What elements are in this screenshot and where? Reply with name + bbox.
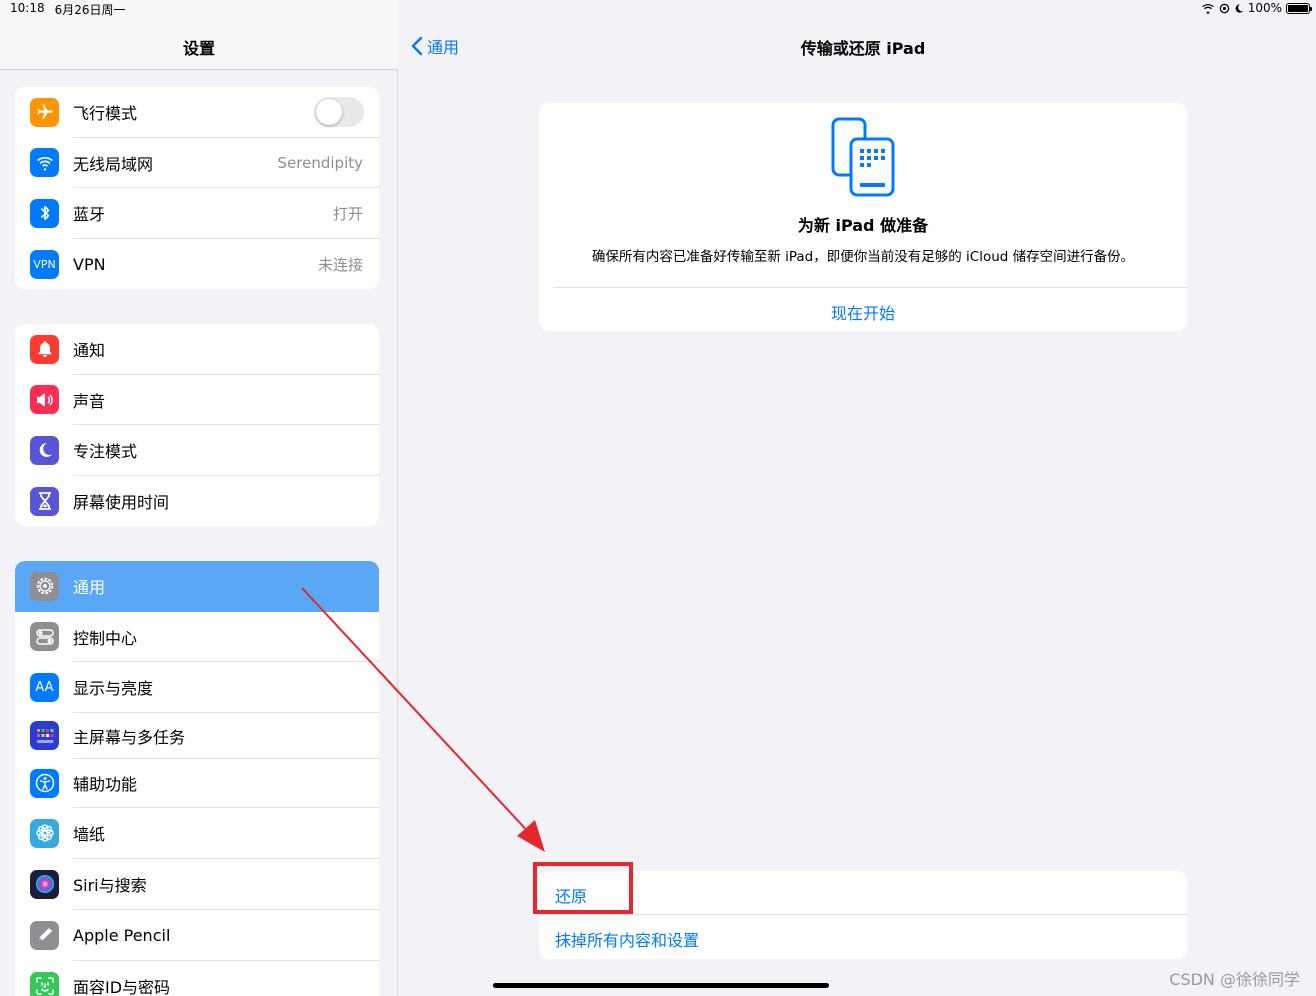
- vpn-status-value: 未连接: [317, 255, 363, 274]
- sidebar-item-label: 飞行模式: [73, 104, 138, 124]
- sidebar-item-apple-pencil[interactable]: Apple Pencil: [15, 910, 379, 961]
- sidebar-item-screen-time[interactable]: 屏幕使用时间: [15, 476, 379, 526]
- bell-icon: [30, 334, 59, 364]
- sidebar-item-label: 专注模式: [73, 442, 138, 462]
- sidebar: 设置 飞行模式 无线局域网 Serendipity 蓝牙 打开 VPN VPN …: [0, 0, 398, 996]
- sidebar-item-label: 控制中心: [73, 628, 138, 648]
- pencil-icon: [30, 920, 59, 950]
- bluetooth-status-value: 打开: [332, 204, 363, 223]
- sidebar-item-siri-search[interactable]: Siri与搜索: [15, 859, 379, 910]
- sidebar-item-label: 通用: [73, 578, 106, 598]
- reset-options-card: 还原 抹掉所有内容和设置: [539, 871, 1187, 959]
- status-bar: 10:18 6月26日周一 100%: [0, 0, 1316, 18]
- sidebar-group-connectivity: 飞行模式 无线局域网 Serendipity 蓝牙 打开 VPN VPN 未连接: [15, 87, 379, 289]
- home-indicator: [493, 983, 829, 988]
- sidebar-item-bluetooth[interactable]: 蓝牙 打开: [15, 188, 379, 239]
- sidebar-group-notifications: 通知 声音 专注模式 屏幕使用时间: [15, 324, 379, 526]
- sidebar-item-label: 显示与亮度: [73, 679, 154, 699]
- moon-status-icon: [1235, 3, 1243, 13]
- airplane-icon: [30, 97, 59, 127]
- text-size-icon: AA: [30, 672, 59, 702]
- erase-all-content-button[interactable]: 抹掉所有内容和设置: [555, 927, 699, 951]
- status-left: 10:18 6月26日周一: [10, 1, 126, 18]
- detail-pane: 通用 传输或还原 iPad 为新 iPad 做准备 确保所有内容已准备好传输至新…: [399, 0, 1316, 996]
- grid-icon: [30, 721, 59, 751]
- switches-icon: [30, 622, 59, 652]
- sidebar-item-label: VPN: [73, 254, 106, 274]
- orientation-lock-icon: [1219, 3, 1229, 13]
- sidebar-item-label: 屏幕使用时间: [73, 493, 170, 513]
- get-started-button[interactable]: 现在开始: [539, 300, 1187, 324]
- sidebar-item-label: 无线局域网: [73, 154, 154, 174]
- face-id-icon: [30, 971, 59, 996]
- sidebar-item-label: 面容ID与密码: [73, 978, 171, 996]
- sidebar-item-home-screen[interactable]: 主屏幕与多任务: [15, 713, 379, 759]
- sidebar-item-label: 主屏幕与多任务: [73, 727, 186, 747]
- sidebar-item-label: Apple Pencil: [73, 925, 171, 945]
- sidebar-item-accessibility[interactable]: 辅助功能: [15, 759, 379, 808]
- sidebar-item-airplane-mode[interactable]: 飞行模式: [15, 87, 379, 138]
- sidebar-title: 设置: [182, 39, 215, 58]
- divider: [539, 914, 1187, 915]
- prepare-title: 为新 iPad 做准备: [797, 216, 929, 235]
- vpn-icon: VPN: [30, 249, 59, 279]
- sidebar-item-sounds[interactable]: 声音: [15, 375, 379, 426]
- battery-icon: [1286, 2, 1312, 14]
- sidebar-item-wallpaper[interactable]: 墙纸: [15, 808, 379, 859]
- page-title: 传输或还原 iPad: [800, 39, 926, 58]
- sidebar-item-control-center[interactable]: 控制中心: [15, 612, 379, 663]
- prepare-description: 确保所有内容已准备好传输至新 iPad，即便你当前没有足够的 iCloud 储存…: [591, 249, 1135, 265]
- sidebar-item-label: Siri与搜索: [73, 876, 147, 896]
- toggle-knob: [316, 99, 342, 126]
- wifi-status-icon: [1201, 3, 1214, 14]
- battery-fill: [1288, 4, 1308, 12]
- bluetooth-icon: [30, 198, 59, 228]
- status-date: 6月26日周一: [54, 3, 126, 17]
- status-time: 10:18: [10, 1, 45, 15]
- sidebar-item-label: 通知: [73, 341, 106, 361]
- sidebar-item-label: 辅助功能: [73, 775, 138, 795]
- prepare-new-ipad-card: 为新 iPad 做准备 确保所有内容已准备好传输至新 iPad，即便你当前没有足…: [539, 103, 1187, 331]
- sidebar-item-label: 墙纸: [73, 825, 106, 845]
- settings-app: 设置 飞行模式 无线局域网 Serendipity 蓝牙 打开 VPN VPN …: [0, 0, 1316, 996]
- sidebar-item-focus[interactable]: 专注模式: [15, 425, 379, 476]
- hourglass-icon: [30, 486, 59, 516]
- moon-icon: [30, 435, 59, 465]
- sidebar-item-vpn[interactable]: VPN VPN 未连接: [15, 239, 379, 289]
- gear-icon: [30, 571, 59, 601]
- sidebar-item-notifications[interactable]: 通知: [15, 324, 379, 375]
- sidebar-item-wifi[interactable]: 无线局域网 Serendipity: [15, 138, 379, 189]
- airplane-mode-toggle[interactable]: [314, 97, 364, 128]
- speaker-icon: [30, 385, 59, 415]
- divider: [554, 287, 1187, 288]
- flower-icon: [30, 818, 59, 848]
- battery-percentage: 100%: [1247, 1, 1282, 15]
- sidebar-item-face-id[interactable]: 面容ID与密码: [15, 961, 379, 996]
- wifi-icon: [30, 148, 59, 178]
- annotation-highlight-box: [533, 862, 633, 914]
- sidebar-item-display-brightness[interactable]: AA 显示与亮度: [15, 662, 379, 713]
- accessibility-icon: [30, 768, 59, 798]
- sidebar-item-label: 蓝牙: [73, 205, 106, 225]
- sidebar-item-general[interactable]: 通用: [15, 561, 379, 612]
- sidebar-item-label: 声音: [73, 391, 106, 411]
- sidebar-group-general: 通用 控制中心 AA 显示与亮度 主屏幕与多任务 辅助功能 墙纸 Siri与搜索…: [15, 561, 379, 996]
- watermark: CSDN @徐徐同学: [1169, 970, 1300, 989]
- siri-icon: [30, 869, 59, 899]
- status-right: 100%: [1201, 1, 1312, 15]
- transfer-ipad-icon: [831, 117, 895, 197]
- wifi-network-value: Serendipity: [277, 153, 363, 172]
